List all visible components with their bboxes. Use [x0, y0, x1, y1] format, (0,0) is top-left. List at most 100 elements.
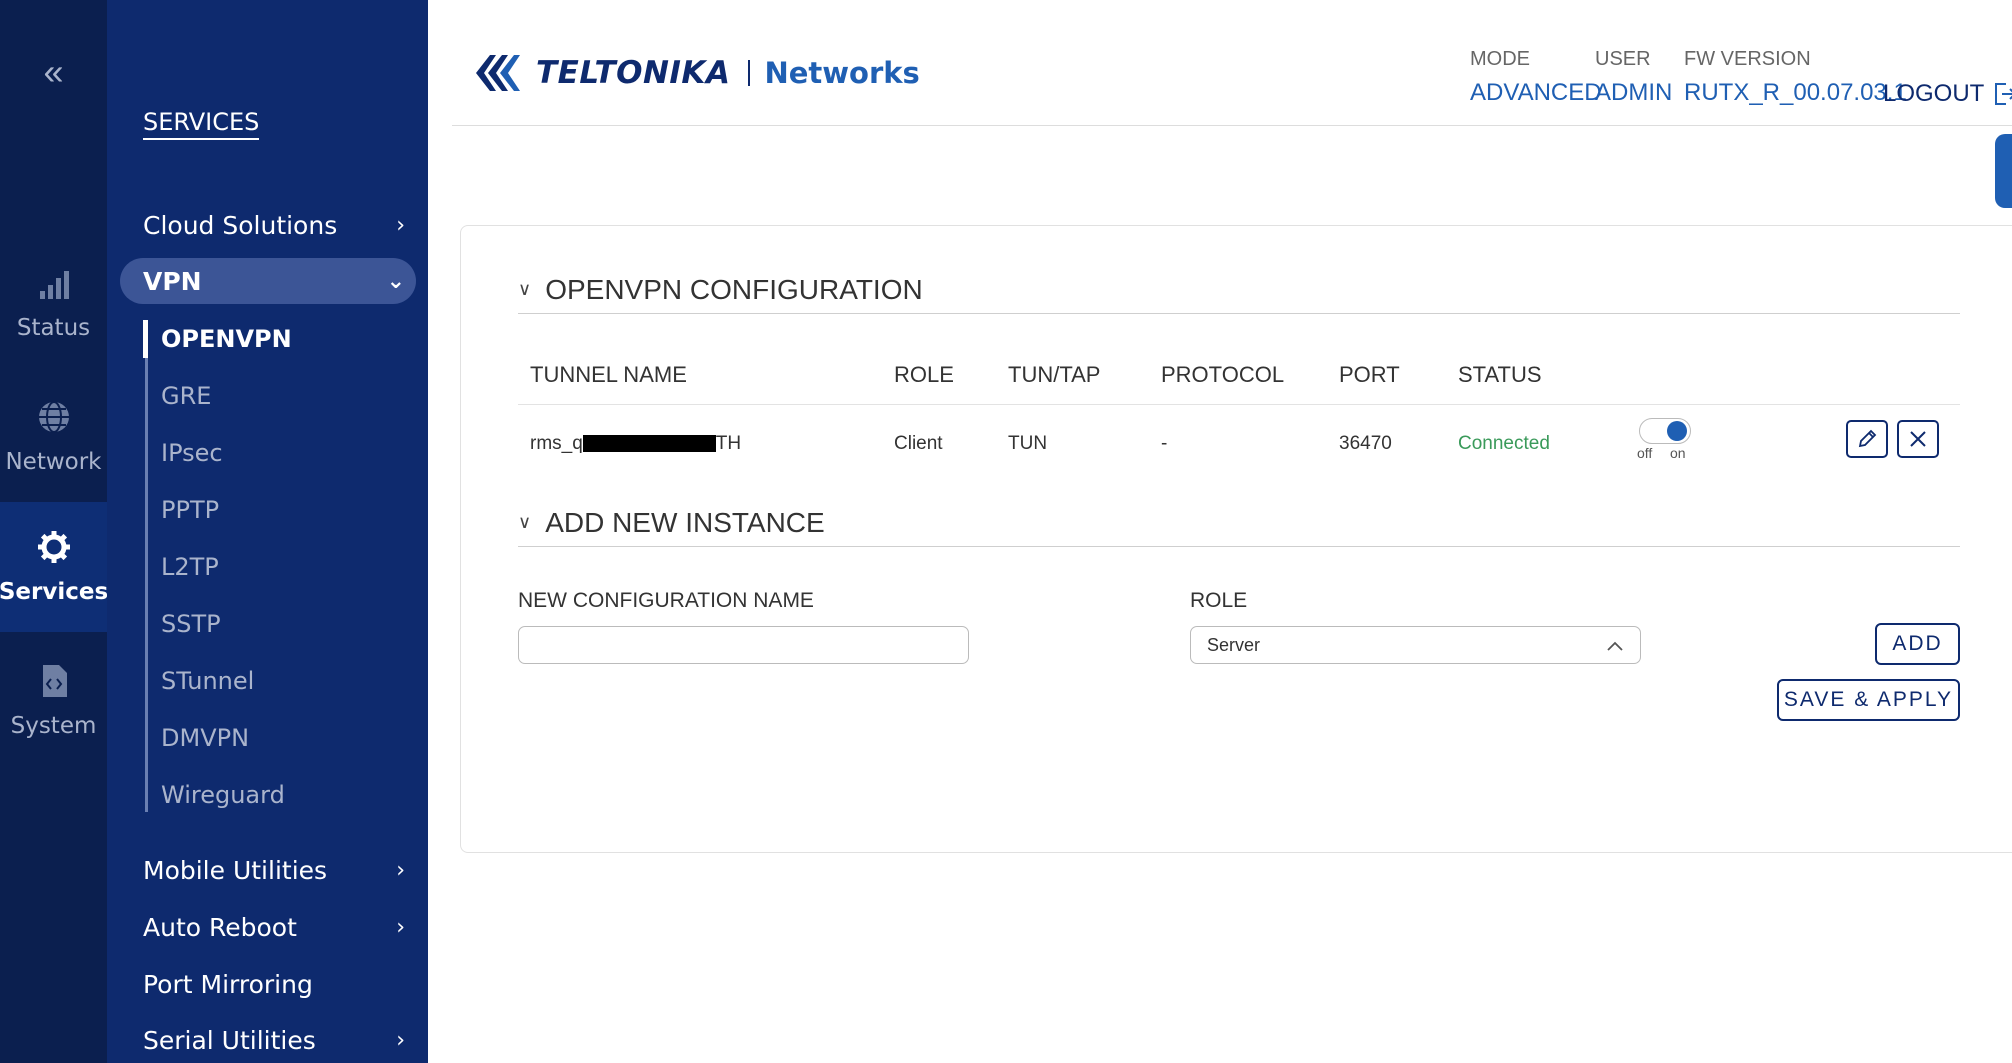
chevron-up-icon: [1607, 641, 1623, 651]
mode-value[interactable]: ADVANCED: [1470, 79, 1602, 107]
tunnel-name-cell: rms_q TH: [530, 433, 741, 455]
fw-version-label: FW VERSION: [1684, 48, 1811, 70]
column-header-port: PORT: [1339, 362, 1400, 387]
sidebar-subitem-openvpn[interactable]: OPENVPN: [161, 319, 292, 359]
rail-item-status[interactable]: Status: [0, 238, 107, 368]
side-panel-tab[interactable]: [1995, 134, 2012, 208]
chevron-down-icon: ⌄: [386, 268, 405, 294]
status-cell: Connected: [1458, 433, 1550, 454]
add-button[interactable]: ADD: [1875, 623, 1960, 665]
role-select-value: Server: [1207, 634, 1261, 655]
redaction-bar: [582, 435, 716, 453]
sidebar-item-auto-reboot[interactable]: Auto Reboot ›: [143, 905, 413, 949]
pencil-icon: [1858, 429, 1877, 448]
gear-icon: [37, 531, 70, 563]
chevron-down-icon: ∨: [518, 512, 532, 532]
rail-item-label: Network: [5, 449, 102, 475]
tun-tap-cell: TUN: [1008, 433, 1048, 454]
new-config-name-input[interactable]: [518, 626, 969, 664]
sidebar-subitem-ipsec[interactable]: IPsec: [161, 433, 223, 473]
rail-item-services[interactable]: Services: [0, 502, 109, 632]
edit-button[interactable]: [1846, 420, 1888, 458]
column-header-tunnel-name: TUNNEL NAME: [530, 362, 687, 387]
submenu-line: [145, 320, 148, 812]
sidebar-subitem-wireguard[interactable]: Wireguard: [161, 775, 285, 815]
close-icon: [1910, 431, 1926, 447]
openvpn-section-header[interactable]: ∨ OPENVPN CONFIGURATION: [518, 266, 1960, 314]
sidebar-item-label: Mobile Utilities: [143, 855, 328, 885]
brand-name: TELTONIKA: [536, 55, 731, 91]
sidebar-item-vpn[interactable]: VPN ⌄: [143, 259, 413, 303]
rail-item-system[interactable]: System: [0, 636, 107, 766]
enable-toggle[interactable]: [1639, 418, 1691, 444]
sidebar-subitem-stunnel[interactable]: STunnel: [161, 661, 254, 701]
fw-version-info: FW VERSION RUTX_R_00.07.03.1: [1684, 48, 1907, 107]
toggle-knob: [1667, 421, 1687, 441]
openvpn-card: ∨ OPENVPN CONFIGURATION TUNNEL NAME ROLE…: [460, 225, 2012, 853]
delete-button[interactable]: [1897, 420, 1939, 458]
rail-item-network[interactable]: Network: [0, 372, 107, 502]
sidebar-item-label: Auto Reboot: [143, 912, 297, 942]
sidebar-subitem-pptp[interactable]: PPTP: [161, 490, 219, 530]
sidebar-item-label: Cloud Solutions: [143, 210, 338, 240]
column-header-protocol: PROTOCOL: [1161, 362, 1285, 387]
toggle-on-label: on: [1670, 445, 1686, 461]
sidebar-item-label: VPN: [143, 266, 202, 296]
chevron-right-icon: ›: [396, 857, 405, 883]
logout-label: LOGOUT: [1883, 80, 1985, 107]
sidebar-item-cloud-solutions[interactable]: Cloud Solutions ›: [143, 203, 413, 247]
role-label: ROLE: [1190, 589, 1248, 612]
teltonika-logo[interactable]: TELTONIKA Networks: [472, 50, 920, 96]
logout-button[interactable]: LOGOUT: [1883, 80, 2012, 108]
sidebar-subitem-sstp[interactable]: SSTP: [161, 604, 221, 644]
save-apply-button[interactable]: SAVE & APPLY: [1777, 679, 1960, 721]
collapse-sidebar-icon[interactable]: «: [0, 50, 107, 94]
top-header: TELTONIKA Networks MODE ADVANCED USER AD…: [452, 0, 2012, 126]
mode-info: MODE ADVANCED: [1470, 48, 1602, 107]
logo-separator: [748, 60, 751, 86]
services-sidebar: SERVICES Cloud Solutions › VPN ⌄ OPENVPN…: [107, 0, 428, 1063]
sidebar-subitem-gre[interactable]: GRE: [161, 376, 211, 416]
user-label: USER: [1595, 48, 1651, 70]
globe-icon: [38, 401, 69, 433]
chevron-right-icon: ›: [396, 914, 405, 940]
port-cell: 36470: [1339, 433, 1392, 454]
brand-subtitle: Networks: [764, 56, 920, 90]
sidebar-item-label: Port Mirroring: [143, 969, 313, 999]
sidebar-item-port-mirroring[interactable]: Port Mirroring: [143, 962, 413, 1006]
rail-item-label: Services: [0, 579, 109, 605]
teltonika-logo-mark-icon: [476, 55, 520, 91]
sidebar-subitem-l2tp[interactable]: L2TP: [161, 547, 219, 587]
rail-item-label: System: [10, 713, 97, 739]
section-title: ADD NEW INSTANCE: [545, 506, 825, 538]
rail-item-label: Status: [16, 315, 91, 341]
chevron-down-icon: ∨: [518, 279, 532, 299]
sidebar-title: SERVICES: [143, 108, 260, 140]
role-cell: Client: [894, 433, 943, 454]
section-title: OPENVPN CONFIGURATION: [545, 273, 923, 305]
icon-rail: « Status Network Services System: [0, 0, 109, 1063]
user-info: USER ADMIN: [1595, 48, 1672, 107]
column-header-tun-tap: TUN/TAP: [1008, 362, 1101, 387]
column-header-status: STATUS: [1458, 362, 1542, 387]
chevron-right-icon: ›: [396, 1027, 405, 1053]
sidebar-item-serial-utilities[interactable]: Serial Utilities ›: [143, 1018, 413, 1062]
signal-icon: [39, 271, 69, 299]
role-select[interactable]: Server: [1190, 626, 1641, 664]
fw-version-value[interactable]: RUTX_R_00.07.03.1: [1684, 79, 1907, 107]
toggle-off-label: off: [1637, 445, 1653, 461]
add-instance-section-header[interactable]: ∨ ADD NEW INSTANCE: [518, 499, 1960, 547]
logout-icon: [1995, 83, 2012, 105]
sidebar-item-mobile-utilities[interactable]: Mobile Utilities ›: [143, 848, 413, 892]
mode-label: MODE: [1470, 48, 1530, 70]
chevron-right-icon: ›: [396, 212, 405, 238]
sidebar-subitem-dmvpn[interactable]: DMVPN: [161, 718, 249, 758]
sidebar-item-label: Serial Utilities: [143, 1025, 316, 1055]
column-header-role: ROLE: [894, 362, 954, 387]
tunnel-name-prefix: rms_q: [530, 433, 583, 454]
protocol-cell: -: [1161, 433, 1168, 454]
new-config-name-label: NEW CONFIGURATION NAME: [518, 589, 814, 612]
submenu-active-indicator: [143, 320, 148, 358]
user-value[interactable]: ADMIN: [1595, 79, 1672, 107]
tunnel-name-suffix: TH: [715, 433, 742, 454]
